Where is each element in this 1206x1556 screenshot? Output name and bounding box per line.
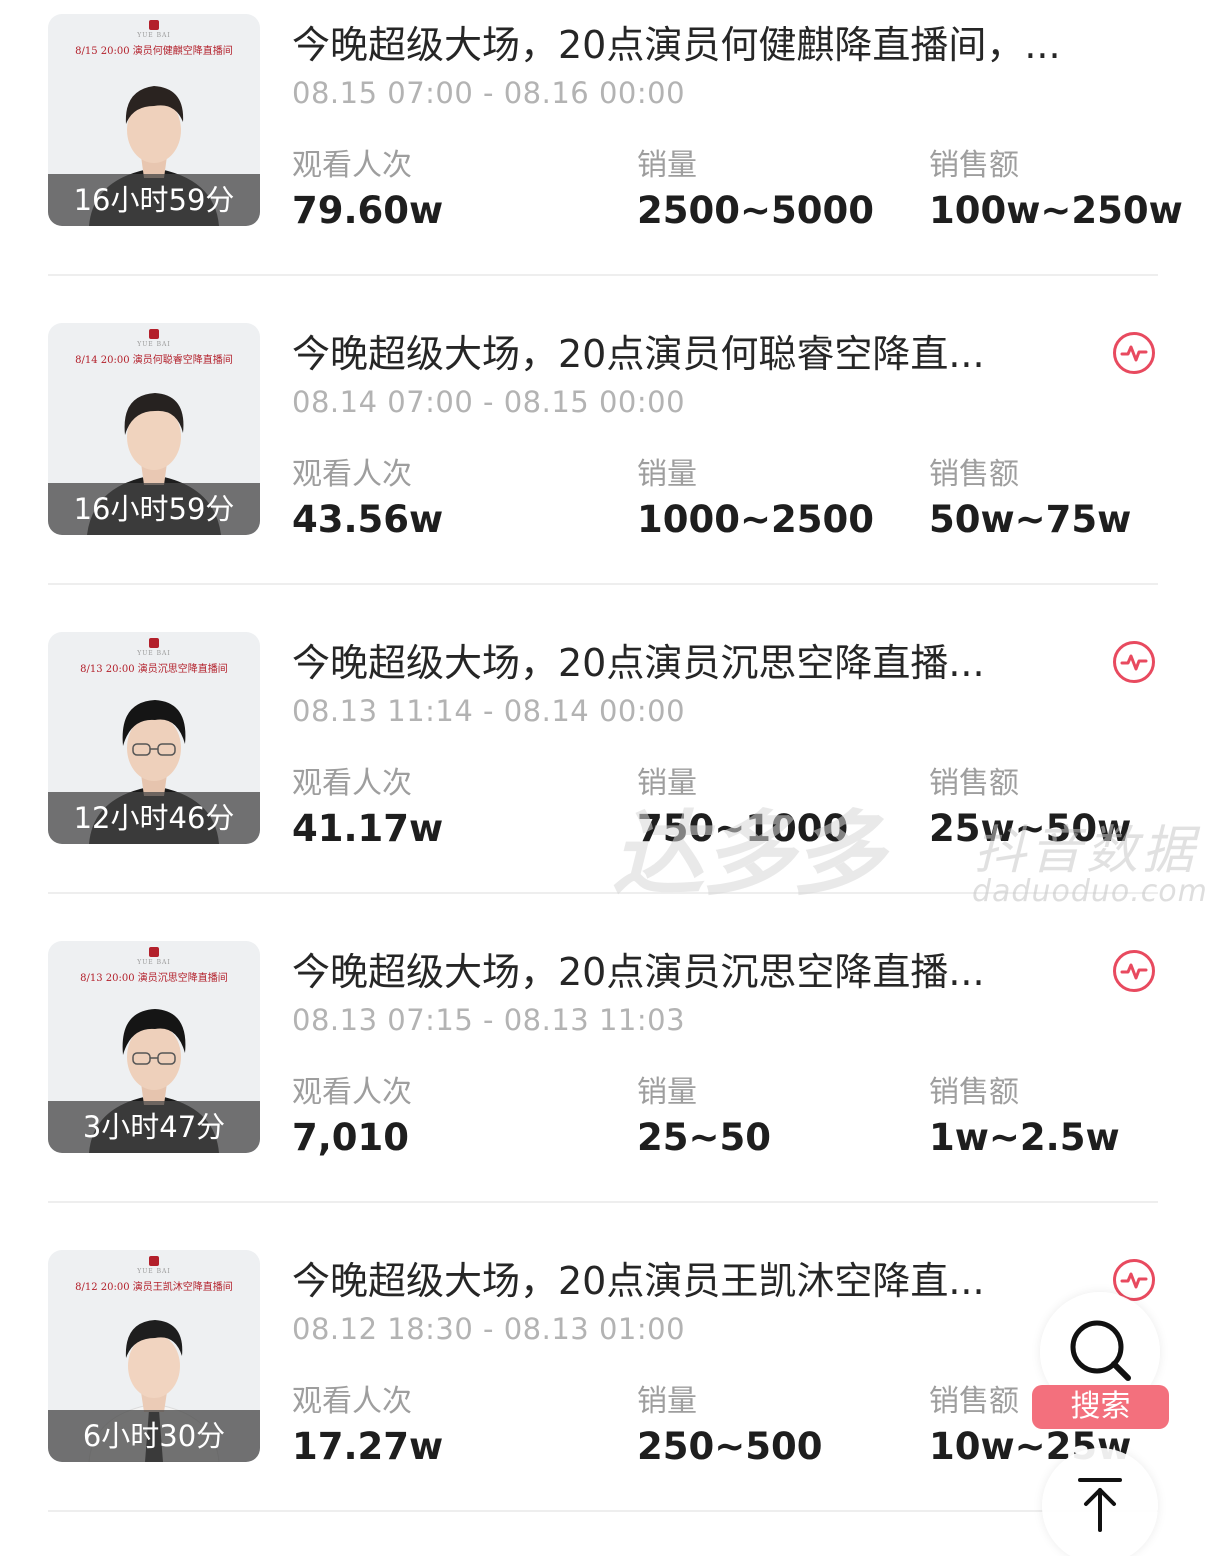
brand-seal-icon (149, 329, 159, 339)
stat-amount: 销售额 25w~50w (929, 764, 1131, 852)
pulse-chart-icon[interactable] (1112, 331, 1156, 375)
stat-value: 79.60w (292, 189, 444, 232)
stat-value: 50w~75w (929, 498, 1132, 541)
stat-label: 观看人次 (292, 1075, 412, 1110)
stat-views: 观看人次 43.56w (292, 455, 443, 543)
back-to-top-button[interactable] (1042, 1448, 1158, 1556)
stat-label: 观看人次 (292, 148, 412, 183)
stat-value: 1000~2500 (637, 498, 874, 541)
stat-label: 销售额 (929, 766, 1019, 801)
stat-value: 17.27w (292, 1425, 444, 1468)
live-thumbnail[interactable]: YUE BAI 8/14 20:00 演员何聪睿空降直播间 16小时59分 (48, 323, 260, 535)
live-time-range: 08.15 07:00 - 08.16 00:00 (292, 76, 686, 110)
poster-brand: YUE BAI (137, 32, 171, 39)
divider (48, 892, 1158, 894)
stat-value: 25~50 (637, 1116, 771, 1159)
stat-value: 43.56w (292, 498, 444, 541)
brand-seal-icon (149, 20, 159, 30)
live-time-range: 08.12 18:30 - 08.13 01:00 (292, 1312, 686, 1346)
stat-label: 销量 (637, 148, 697, 183)
stat-label: 观看人次 (292, 457, 412, 492)
live-time-range: 08.13 11:14 - 08.14 00:00 (292, 694, 686, 728)
pulse-chart-icon[interactable] (1112, 640, 1156, 684)
stat-amount: 销售额 100w~250w (929, 146, 1183, 234)
divider (48, 274, 1158, 276)
stat-sales: 销量 25~50 (637, 1073, 771, 1161)
search-button-label[interactable]: 搜索 (1032, 1385, 1169, 1429)
live-thumbnail[interactable]: YUE BAI 8/15 20:00 演员何健麒空降直播间 16小时59分 (48, 14, 260, 226)
stat-views: 观看人次 17.27w (292, 1382, 443, 1470)
duration-badge: 6小时30分 (48, 1410, 260, 1462)
live-time-range: 08.13 07:15 - 08.13 11:03 (292, 1003, 686, 1037)
brand-seal-icon (149, 1256, 159, 1266)
poster-brand: YUE BAI (137, 341, 171, 348)
divider (48, 583, 1158, 585)
divider (48, 1510, 1158, 1512)
live-title[interactable]: 今晚超级大场，20点演员何健麒降直播间，... (292, 18, 1138, 72)
duration-badge: 12小时46分 (48, 792, 260, 844)
stat-amount: 销售额 1w~2.5w (929, 1073, 1120, 1161)
poster-brand: YUE BAI (137, 650, 171, 657)
stat-sales: 销量 750~1000 (637, 764, 848, 852)
stat-label: 销量 (637, 1384, 697, 1419)
stat-views: 观看人次 79.60w (292, 146, 443, 234)
live-session-card[interactable]: YUE BAI 8/14 20:00 演员何聪睿空降直播间 16小时59分 今晚… (0, 309, 1206, 618)
live-title[interactable]: 今晚超级大场，20点演员沉思空降直播... (292, 636, 1052, 690)
poster-title: 8/14 20:00 演员何聪睿空降直播间 (75, 355, 233, 366)
stat-label: 销量 (637, 766, 697, 801)
live-session-card[interactable]: YUE BAI 8/13 20:00 演员沉思空降直播间 12小时46分 今晚超… (0, 618, 1206, 927)
brand-seal-icon (149, 638, 159, 648)
back-to-top-icon (1078, 1478, 1122, 1532)
stat-label: 销售额 (929, 1075, 1019, 1110)
live-thumbnail[interactable]: YUE BAI 8/13 20:00 演员沉思空降直播间 12小时46分 (48, 632, 260, 844)
duration-badge: 16小时59分 (48, 174, 260, 226)
stat-label: 观看人次 (292, 1384, 412, 1419)
live-thumbnail[interactable]: YUE BAI 8/13 20:00 演员沉思空降直播间 3小时47分 (48, 941, 260, 1153)
stat-label: 销售额 (929, 148, 1019, 183)
stat-sales: 销量 250~500 (637, 1382, 822, 1470)
stat-value: 750~1000 (637, 807, 849, 850)
stat-views: 观看人次 41.17w (292, 764, 443, 852)
divider (48, 1201, 1158, 1203)
poster-title: 8/13 20:00 演员沉思空降直播间 (80, 973, 228, 984)
poster-title: 8/12 20:00 演员王凯沐空降直播间 (75, 1282, 233, 1293)
poster-title: 8/13 20:00 演员沉思空降直播间 (80, 664, 228, 675)
live-title[interactable]: 今晚超级大场，20点演员沉思空降直播... (292, 945, 1052, 999)
live-session-card[interactable]: YUE BAI 8/15 20:00 演员何健麒空降直播间 16小时59分 今晚… (0, 0, 1206, 309)
poster-brand: YUE BAI (137, 1268, 171, 1275)
stat-sales: 销量 2500~5000 (637, 146, 874, 234)
live-session-card[interactable]: YUE BAI 8/12 20:00 演员王凯沐空降直播间 6小时30分 今晚超… (0, 1236, 1206, 1545)
stat-value: 7,010 (292, 1116, 410, 1159)
stat-value: 2500~5000 (637, 189, 874, 232)
stat-label: 观看人次 (292, 766, 412, 801)
pulse-chart-icon[interactable] (1112, 949, 1156, 993)
brand-seal-icon (149, 947, 159, 957)
stat-value: 25w~50w (929, 807, 1132, 850)
stat-value: 100w~250w (929, 189, 1183, 232)
stat-amount: 销售额 50w~75w (929, 455, 1131, 543)
live-session-card[interactable]: YUE BAI 8/13 20:00 演员沉思空降直播间 3小时47分 今晚超级… (0, 927, 1206, 1236)
poster-title: 8/15 20:00 演员何健麒空降直播间 (75, 46, 233, 57)
live-title[interactable]: 今晚超级大场，20点演员何聪睿空降直... (292, 327, 1052, 381)
stat-label: 销量 (637, 1075, 697, 1110)
live-time-range: 08.14 07:00 - 08.15 00:00 (292, 385, 686, 419)
search-icon (1070, 1320, 1131, 1381)
stat-value: 41.17w (292, 807, 444, 850)
stat-sales: 销量 1000~2500 (637, 455, 874, 543)
duration-badge: 3小时47分 (48, 1101, 260, 1153)
poster-brand: YUE BAI (137, 959, 171, 966)
duration-badge: 16小时59分 (48, 483, 260, 535)
stat-label: 销售额 (929, 457, 1019, 492)
stat-value: 250~500 (637, 1425, 823, 1468)
stat-label: 销量 (637, 457, 697, 492)
stat-value: 1w~2.5w (929, 1116, 1120, 1159)
live-title[interactable]: 今晚超级大场，20点演员王凯沐空降直... (292, 1254, 1052, 1308)
stat-views: 观看人次 7,010 (292, 1073, 412, 1161)
live-thumbnail[interactable]: YUE BAI 8/12 20:00 演员王凯沐空降直播间 6小时30分 (48, 1250, 260, 1462)
